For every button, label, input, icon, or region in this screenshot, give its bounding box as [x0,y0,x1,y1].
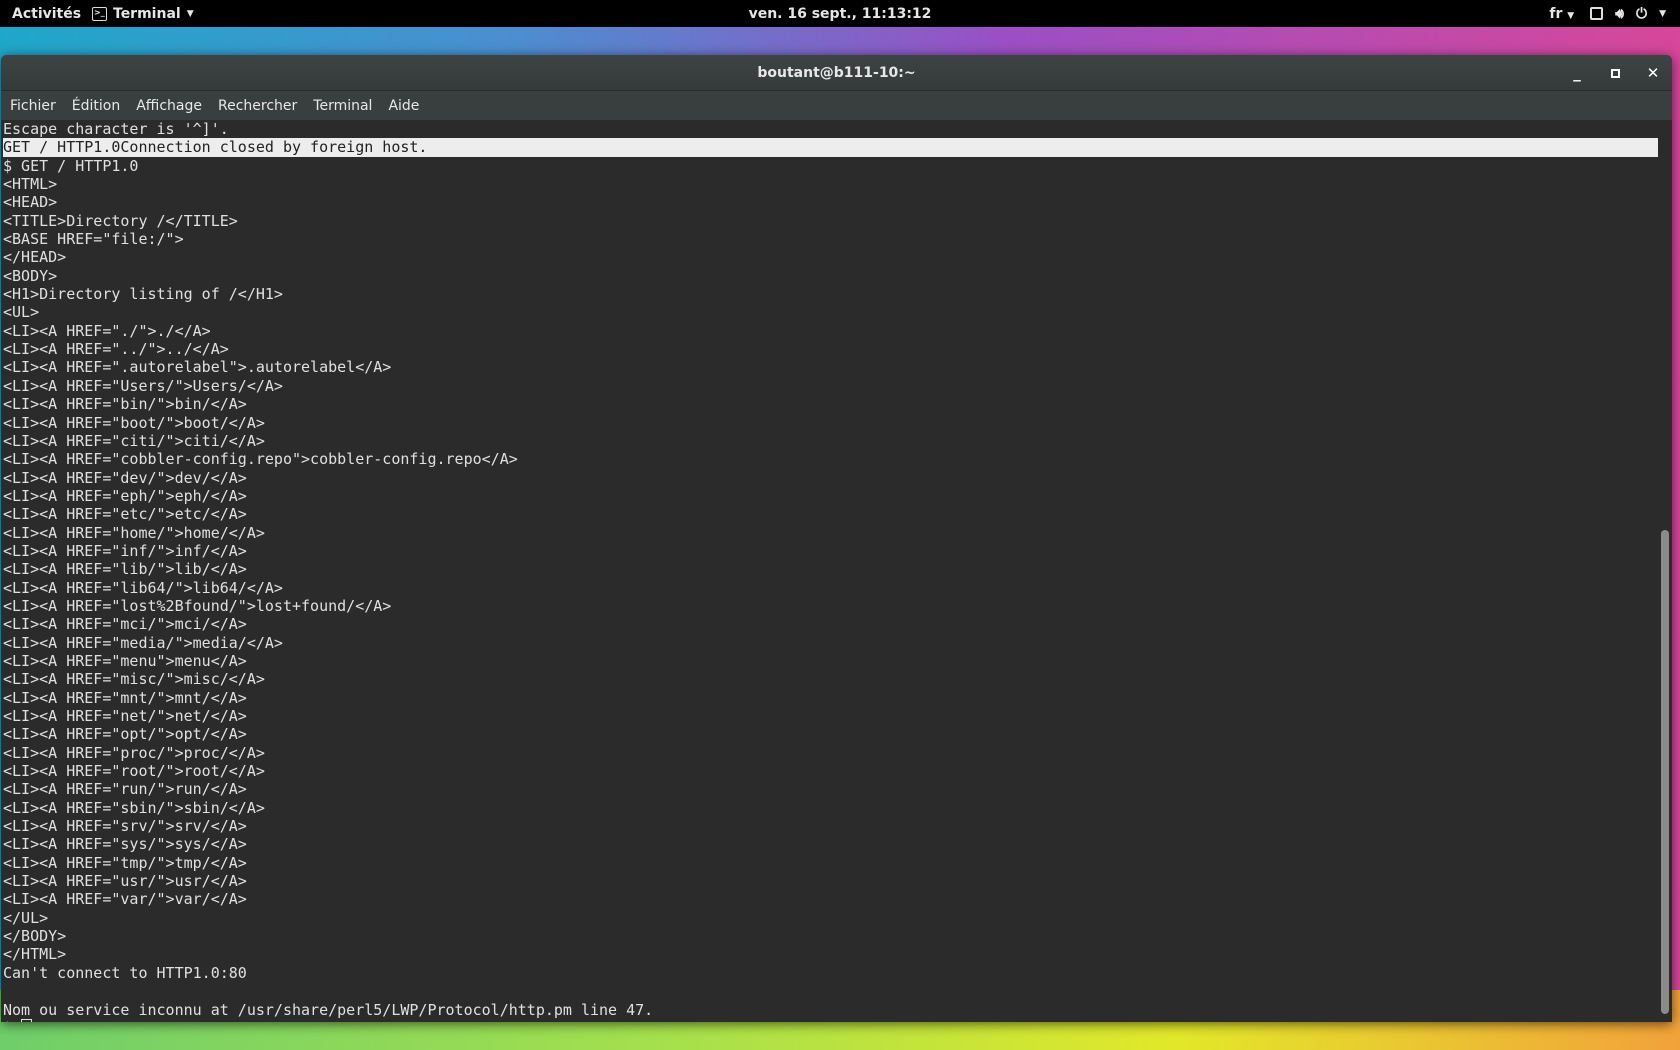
terminal-line: <HTML> [3,175,58,194]
app-menu-button[interactable]: >_ Terminal ▼ [92,6,194,22]
terminal-line: <LI><A HREF="citi/">citi/</A> [3,431,265,450]
window-icon [1590,7,1604,20]
terminal-line: </BODY> [3,927,67,946]
terminal-line: GET / HTTP1.0Connection closed by foreig… [3,138,1658,157]
power-icon: ⏻ [1636,5,1648,22]
terminal-line: <BODY> [3,266,58,285]
terminal-line: <LI><A HREF="cobbler-config.repo">cobble… [3,450,518,469]
terminal-line: <LI><A HREF=".autorelabel">.autorelabel<… [3,358,392,377]
terminal-line: <LI><A HREF="eph/">eph/</A> [3,486,247,505]
terminal-line: <LI><A HREF="boot/">boot/</A> [3,413,265,432]
terminal-line: <LI><A HREF="srv/">srv/</A> [3,817,247,836]
terminal-line: </HEAD> [3,248,67,267]
terminal-line: <LI><A HREF="inf/">inf/</A> [3,541,247,560]
menu-edition[interactable]: Édition [71,98,128,114]
menu-bar: Fichier Édition Affichage Rechercher Ter… [1,91,1672,120]
scrollbar-thumb[interactable] [1661,530,1669,1014]
terminal-line: <LI><A HREF="var/">var/</A> [3,890,247,909]
maximize-icon [1610,69,1620,78]
minimize-button[interactable]: _ [1568,64,1586,82]
terminal-line: <LI><A HREF="./">./</A> [3,321,211,340]
terminal-line: <LI><A HREF="sbin/">sbin/</A> [3,798,265,817]
keyboard-layout: fr [1549,5,1563,22]
terminal-line: Can't connect to HTTP1.0:80 [3,963,247,982]
terminal-line: $ GET / HTTP1.0 [3,156,139,175]
app-name: Terminal [113,5,181,22]
menu-terminal[interactable]: Terminal [312,98,380,114]
terminal-line: <LI><A HREF="home/">home/</A> [3,523,265,542]
menu-affichage[interactable]: Affichage [135,98,210,114]
terminal-line: Escape character is '^]'. [3,120,229,138]
terminal-window: boutant@b111-10:~ _ ✕ Fichier Édition Af… [1,55,1672,1022]
activities-button[interactable]: Activités [12,6,81,22]
terminal-line: <LI><A HREF="bin/">bin/</A> [3,395,247,414]
terminal-line: <LI><A HREF="root/">root/</A> [3,762,265,781]
prompt: $ [3,1019,21,1022]
terminal-line: <LI><A HREF="lib/">lib/</A> [3,560,247,579]
title-bar[interactable]: boutant@b111-10:~ _ ✕ [1,55,1672,91]
scrollbar[interactable] [1658,120,1672,1022]
terminal-output[interactable]: Escape character is '^]'. GET / HTTP1.0Co… [1,120,1658,1022]
terminal-line: <UL> [3,303,40,322]
terminal-line: <LI><A HREF="dev/">dev/</A> [3,468,247,487]
terminal-line: <HEAD> [3,193,58,212]
terminal-line: <LI><A HREF="Users/">Users/</A> [3,376,283,395]
terminal-line: <LI><A HREF="lib64/">lib64/</A> [3,578,283,597]
terminal-line: <LI><A HREF="misc/">misc/</A> [3,670,265,689]
terminal-line: <LI><A HREF="../">../</A> [3,340,229,359]
menu-fichier[interactable]: Fichier [9,98,64,114]
terminal-line: <LI><A HREF="etc/">etc/</A> [3,505,247,524]
terminal-line: <LI><A HREF="sys/">sys/</A> [3,835,247,854]
close-button[interactable]: ✕ [1644,64,1662,82]
menu-aide[interactable]: Aide [387,98,427,114]
terminal-line: <LI><A HREF="menu">menu</A> [3,651,247,670]
terminal-line: </HTML> [3,945,67,964]
terminal-line: <LI><A HREF="proc/">proc/</A> [3,743,265,762]
terminal-line: <TITLE>Directory /</TITLE> [3,211,238,230]
terminal-line: <LI><A HREF="mnt/">mnt/</A> [3,688,247,707]
text-cursor [21,1018,33,1022]
chevron-down-icon: ▼ [1567,10,1575,21]
terminal-line: Nom ou service inconnu at /usr/share/per… [3,1000,654,1019]
window-title: boutant@b111-10:~ [757,64,916,81]
top-bar: Activités >_ Terminal ▼ ven. 16 sept., 1… [0,0,1680,27]
terminal-line: <LI><A HREF="mci/">mci/</A> [3,615,247,634]
terminal-line: <H1>Directory listing of /</H1> [3,285,283,304]
terminal-line: <LI><A HREF="net/">net/</A> [3,707,247,725]
volume-icon: 🔊︎ [1615,5,1624,22]
terminal-line: <LI><A HREF="opt/">opt/</A> [3,725,247,744]
terminal-line: <LI><A HREF="media/">media/</A> [3,633,283,652]
terminal-line: <LI><A HREF="run/">run/</A> [3,780,247,799]
terminal-line: <LI><A HREF="tmp/">tmp/</A> [3,853,247,872]
clock[interactable]: ven. 16 sept., 11:13:12 [0,6,1680,22]
terminal-line: </UL> [3,908,49,927]
terminal-line: <BASE HREF="file:/"> [3,230,184,249]
terminal-line: <LI><A HREF="usr/">usr/</A> [3,872,247,891]
menu-rechercher[interactable]: Rechercher [217,98,305,114]
terminal-line: <LI><A HREF="lost%2Bfound/">lost+found/<… [3,596,392,615]
keyboard-layout-button[interactable]: fr ▼ [1549,6,1574,22]
system-menu-button[interactable]: 🔊︎ ⏻ ▼ [1590,6,1666,22]
prompt-line[interactable]: $ [3,1018,1658,1022]
chevron-down-icon: ▼ [186,8,194,19]
maximize-button[interactable] [1606,64,1624,82]
terminal-icon: >_ [92,6,107,21]
chevron-down-icon: ▼ [1659,8,1666,19]
